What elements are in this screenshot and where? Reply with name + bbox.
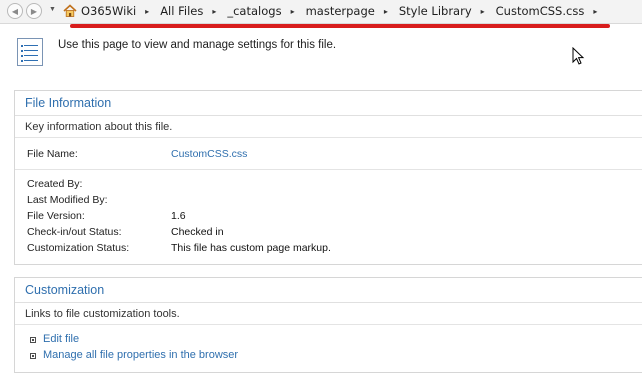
breadcrumb: O365Wiki ▸ All Files ▸ _catalogs ▸ maste… bbox=[79, 4, 606, 18]
home-icon[interactable] bbox=[63, 4, 77, 18]
field-label-created-by: Created By: bbox=[27, 178, 83, 190]
breadcrumb-separator[interactable]: ▸ bbox=[384, 7, 388, 16]
breadcrumb-item-style-library[interactable]: Style Library bbox=[397, 4, 474, 18]
manage-file-properties-link[interactable]: Manage all file properties in the browse… bbox=[43, 349, 238, 361]
red-annotation-underline bbox=[70, 24, 610, 28]
breadcrumb-item-catalogs[interactable]: _catalogs bbox=[225, 4, 283, 18]
back-icon[interactable]: ◀ bbox=[7, 3, 23, 19]
page-description: Use this page to view and manage setting… bbox=[58, 39, 337, 51]
field-label-file-name: File Name: bbox=[27, 148, 78, 160]
file-name-link[interactable]: CustomCSS.css bbox=[171, 148, 247, 160]
dropdown-icon[interactable]: ▼ bbox=[49, 6, 56, 13]
bullet-icon bbox=[30, 337, 36, 343]
checkin-status-value: Checked in bbox=[171, 226, 224, 238]
customization-status-value: This file has custom page markup. bbox=[171, 242, 331, 254]
breadcrumb-separator[interactable]: ▸ bbox=[593, 7, 597, 16]
breadcrumb-separator[interactable]: ▸ bbox=[291, 7, 295, 16]
edit-file-link[interactable]: Edit file bbox=[43, 333, 79, 345]
mouse-cursor-icon bbox=[572, 47, 585, 65]
breadcrumb-separator[interactable]: ▸ bbox=[212, 7, 216, 16]
section-description: Key information about this file. bbox=[15, 116, 642, 138]
section-title: File Information bbox=[15, 91, 642, 116]
address-bar: ◀ ▶ ▼ O365Wiki ▸ All Files ▸ _catalogs ▸… bbox=[0, 0, 642, 24]
divider bbox=[15, 169, 642, 170]
file-information-section: File Information Key information about t… bbox=[14, 90, 642, 265]
field-label-checkin-status: Check-in/out Status: bbox=[27, 226, 122, 238]
breadcrumb-item-masterpage[interactable]: masterpage bbox=[304, 4, 377, 18]
field-label-customization-status: Customization Status: bbox=[27, 242, 130, 254]
section-title: Customization bbox=[15, 278, 642, 303]
file-version-value: 1.6 bbox=[171, 210, 186, 222]
breadcrumb-item-customcss[interactable]: CustomCSS.css bbox=[494, 4, 587, 18]
field-label-last-modified-by: Last Modified By: bbox=[27, 194, 108, 206]
breadcrumb-separator[interactable]: ▸ bbox=[145, 7, 149, 16]
bullet-icon bbox=[30, 353, 36, 359]
forward-icon[interactable]: ▶ bbox=[26, 3, 42, 19]
field-label-file-version: File Version: bbox=[27, 210, 85, 222]
breadcrumb-separator[interactable]: ▸ bbox=[481, 7, 485, 16]
section-description: Links to file customization tools. bbox=[15, 303, 642, 325]
breadcrumb-item-o365wiki[interactable]: O365Wiki bbox=[79, 4, 138, 18]
customization-section: Customization Links to file customizatio… bbox=[14, 277, 642, 373]
breadcrumb-item-all-files[interactable]: All Files bbox=[158, 4, 205, 18]
page-settings-icon bbox=[17, 38, 43, 66]
